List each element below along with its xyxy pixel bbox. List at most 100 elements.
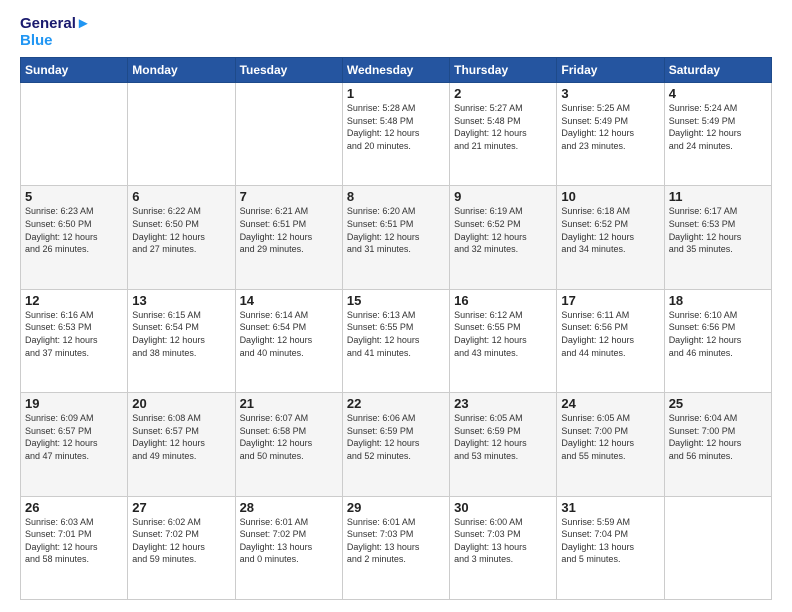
day-number: 7: [240, 189, 338, 204]
week-row-1: 1Sunrise: 5:28 AM Sunset: 5:48 PM Daylig…: [21, 83, 772, 186]
day-number: 18: [669, 293, 767, 308]
day-info: Sunrise: 6:13 AM Sunset: 6:55 PM Dayligh…: [347, 309, 445, 359]
day-number: 28: [240, 500, 338, 515]
day-info: Sunrise: 6:08 AM Sunset: 6:57 PM Dayligh…: [132, 412, 230, 462]
day-number: 8: [347, 189, 445, 204]
day-header-monday: Monday: [128, 58, 235, 83]
calendar-cell: 31Sunrise: 5:59 AM Sunset: 7:04 PM Dayli…: [557, 496, 664, 599]
calendar-cell: 22Sunrise: 6:06 AM Sunset: 6:59 PM Dayli…: [342, 393, 449, 496]
day-number: 10: [561, 189, 659, 204]
day-number: 6: [132, 189, 230, 204]
day-number: 13: [132, 293, 230, 308]
day-info: Sunrise: 6:01 AM Sunset: 7:03 PM Dayligh…: [347, 516, 445, 566]
calendar-cell: 14Sunrise: 6:14 AM Sunset: 6:54 PM Dayli…: [235, 289, 342, 392]
day-number: 31: [561, 500, 659, 515]
week-row-3: 12Sunrise: 6:16 AM Sunset: 6:53 PM Dayli…: [21, 289, 772, 392]
day-info: Sunrise: 6:10 AM Sunset: 6:56 PM Dayligh…: [669, 309, 767, 359]
day-info: Sunrise: 6:11 AM Sunset: 6:56 PM Dayligh…: [561, 309, 659, 359]
calendar-cell: 5Sunrise: 6:23 AM Sunset: 6:50 PM Daylig…: [21, 186, 128, 289]
day-info: Sunrise: 6:20 AM Sunset: 6:51 PM Dayligh…: [347, 205, 445, 255]
week-row-5: 26Sunrise: 6:03 AM Sunset: 7:01 PM Dayli…: [21, 496, 772, 599]
day-header-tuesday: Tuesday: [235, 58, 342, 83]
day-number: 9: [454, 189, 552, 204]
day-info: Sunrise: 6:05 AM Sunset: 7:00 PM Dayligh…: [561, 412, 659, 462]
calendar-cell: [235, 83, 342, 186]
day-info: Sunrise: 6:16 AM Sunset: 6:53 PM Dayligh…: [25, 309, 123, 359]
week-row-2: 5Sunrise: 6:23 AM Sunset: 6:50 PM Daylig…: [21, 186, 772, 289]
calendar-cell: 11Sunrise: 6:17 AM Sunset: 6:53 PM Dayli…: [664, 186, 771, 289]
day-number: 1: [347, 86, 445, 101]
calendar-cell: 29Sunrise: 6:01 AM Sunset: 7:03 PM Dayli…: [342, 496, 449, 599]
calendar-cell: 15Sunrise: 6:13 AM Sunset: 6:55 PM Dayli…: [342, 289, 449, 392]
calendar-cell: 25Sunrise: 6:04 AM Sunset: 7:00 PM Dayli…: [664, 393, 771, 496]
day-info: Sunrise: 5:27 AM Sunset: 5:48 PM Dayligh…: [454, 102, 552, 152]
calendar-cell: 9Sunrise: 6:19 AM Sunset: 6:52 PM Daylig…: [450, 186, 557, 289]
calendar-table: SundayMondayTuesdayWednesdayThursdayFrid…: [20, 57, 772, 600]
day-number: 22: [347, 396, 445, 411]
day-number: 25: [669, 396, 767, 411]
day-number: 14: [240, 293, 338, 308]
week-row-4: 19Sunrise: 6:09 AM Sunset: 6:57 PM Dayli…: [21, 393, 772, 496]
day-header-friday: Friday: [557, 58, 664, 83]
day-info: Sunrise: 6:22 AM Sunset: 6:50 PM Dayligh…: [132, 205, 230, 255]
calendar-cell: 2Sunrise: 5:27 AM Sunset: 5:48 PM Daylig…: [450, 83, 557, 186]
calendar-cell: 7Sunrise: 6:21 AM Sunset: 6:51 PM Daylig…: [235, 186, 342, 289]
calendar-cell: 3Sunrise: 5:25 AM Sunset: 5:49 PM Daylig…: [557, 83, 664, 186]
calendar-cell: 26Sunrise: 6:03 AM Sunset: 7:01 PM Dayli…: [21, 496, 128, 599]
calendar-cell: 30Sunrise: 6:00 AM Sunset: 7:03 PM Dayli…: [450, 496, 557, 599]
calendar-cell: 23Sunrise: 6:05 AM Sunset: 6:59 PM Dayli…: [450, 393, 557, 496]
day-info: Sunrise: 6:19 AM Sunset: 6:52 PM Dayligh…: [454, 205, 552, 255]
calendar-cell: [128, 83, 235, 186]
day-number: 17: [561, 293, 659, 308]
day-info: Sunrise: 6:14 AM Sunset: 6:54 PM Dayligh…: [240, 309, 338, 359]
day-number: 11: [669, 189, 767, 204]
day-info: Sunrise: 6:23 AM Sunset: 6:50 PM Dayligh…: [25, 205, 123, 255]
calendar-cell: 24Sunrise: 6:05 AM Sunset: 7:00 PM Dayli…: [557, 393, 664, 496]
day-info: Sunrise: 5:25 AM Sunset: 5:49 PM Dayligh…: [561, 102, 659, 152]
day-number: 30: [454, 500, 552, 515]
day-info: Sunrise: 6:09 AM Sunset: 6:57 PM Dayligh…: [25, 412, 123, 462]
day-info: Sunrise: 6:15 AM Sunset: 6:54 PM Dayligh…: [132, 309, 230, 359]
day-info: Sunrise: 6:02 AM Sunset: 7:02 PM Dayligh…: [132, 516, 230, 566]
header-row: SundayMondayTuesdayWednesdayThursdayFrid…: [21, 58, 772, 83]
day-number: 5: [25, 189, 123, 204]
calendar-cell: 13Sunrise: 6:15 AM Sunset: 6:54 PM Dayli…: [128, 289, 235, 392]
calendar-cell: 12Sunrise: 6:16 AM Sunset: 6:53 PM Dayli…: [21, 289, 128, 392]
day-number: 16: [454, 293, 552, 308]
calendar-cell: 16Sunrise: 6:12 AM Sunset: 6:55 PM Dayli…: [450, 289, 557, 392]
day-header-thursday: Thursday: [450, 58, 557, 83]
day-number: 26: [25, 500, 123, 515]
calendar-cell: 19Sunrise: 6:09 AM Sunset: 6:57 PM Dayli…: [21, 393, 128, 496]
calendar-cell: [664, 496, 771, 599]
calendar-cell: 8Sunrise: 6:20 AM Sunset: 6:51 PM Daylig…: [342, 186, 449, 289]
day-number: 3: [561, 86, 659, 101]
day-info: Sunrise: 5:24 AM Sunset: 5:49 PM Dayligh…: [669, 102, 767, 152]
day-info: Sunrise: 5:28 AM Sunset: 5:48 PM Dayligh…: [347, 102, 445, 152]
day-info: Sunrise: 6:07 AM Sunset: 6:58 PM Dayligh…: [240, 412, 338, 462]
day-info: Sunrise: 6:03 AM Sunset: 7:01 PM Dayligh…: [25, 516, 123, 566]
calendar-cell: 27Sunrise: 6:02 AM Sunset: 7:02 PM Dayli…: [128, 496, 235, 599]
logo: General► Blue: [20, 16, 91, 49]
day-number: 24: [561, 396, 659, 411]
day-info: Sunrise: 6:00 AM Sunset: 7:03 PM Dayligh…: [454, 516, 552, 566]
calendar-cell: [21, 83, 128, 186]
calendar-cell: 4Sunrise: 5:24 AM Sunset: 5:49 PM Daylig…: [664, 83, 771, 186]
calendar-cell: 17Sunrise: 6:11 AM Sunset: 6:56 PM Dayli…: [557, 289, 664, 392]
day-info: Sunrise: 6:04 AM Sunset: 7:00 PM Dayligh…: [669, 412, 767, 462]
day-info: Sunrise: 6:18 AM Sunset: 6:52 PM Dayligh…: [561, 205, 659, 255]
calendar-cell: 28Sunrise: 6:01 AM Sunset: 7:02 PM Dayli…: [235, 496, 342, 599]
calendar-cell: 6Sunrise: 6:22 AM Sunset: 6:50 PM Daylig…: [128, 186, 235, 289]
calendar-cell: 10Sunrise: 6:18 AM Sunset: 6:52 PM Dayli…: [557, 186, 664, 289]
page: General► Blue SundayMondayTuesdayWednesd…: [0, 0, 792, 612]
day-info: Sunrise: 6:17 AM Sunset: 6:53 PM Dayligh…: [669, 205, 767, 255]
day-number: 2: [454, 86, 552, 101]
day-number: 27: [132, 500, 230, 515]
calendar-cell: 1Sunrise: 5:28 AM Sunset: 5:48 PM Daylig…: [342, 83, 449, 186]
day-header-sunday: Sunday: [21, 58, 128, 83]
day-header-wednesday: Wednesday: [342, 58, 449, 83]
day-number: 19: [25, 396, 123, 411]
day-info: Sunrise: 6:05 AM Sunset: 6:59 PM Dayligh…: [454, 412, 552, 462]
calendar-cell: 21Sunrise: 6:07 AM Sunset: 6:58 PM Dayli…: [235, 393, 342, 496]
day-info: Sunrise: 6:12 AM Sunset: 6:55 PM Dayligh…: [454, 309, 552, 359]
day-info: Sunrise: 5:59 AM Sunset: 7:04 PM Dayligh…: [561, 516, 659, 566]
